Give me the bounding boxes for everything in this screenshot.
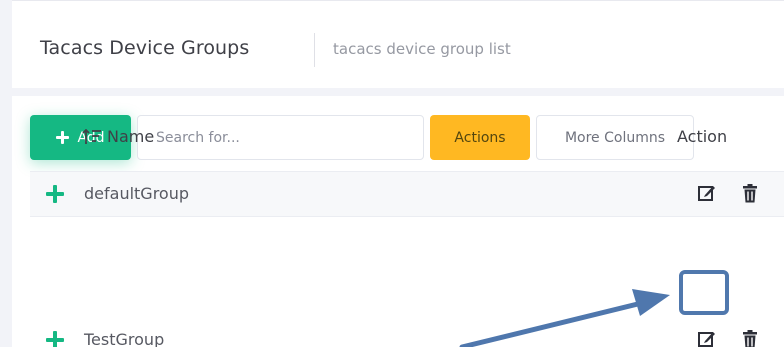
annotation-arrow (459, 289, 670, 347)
page: Tacacs Device Groups tacacs device group… (0, 0, 784, 347)
